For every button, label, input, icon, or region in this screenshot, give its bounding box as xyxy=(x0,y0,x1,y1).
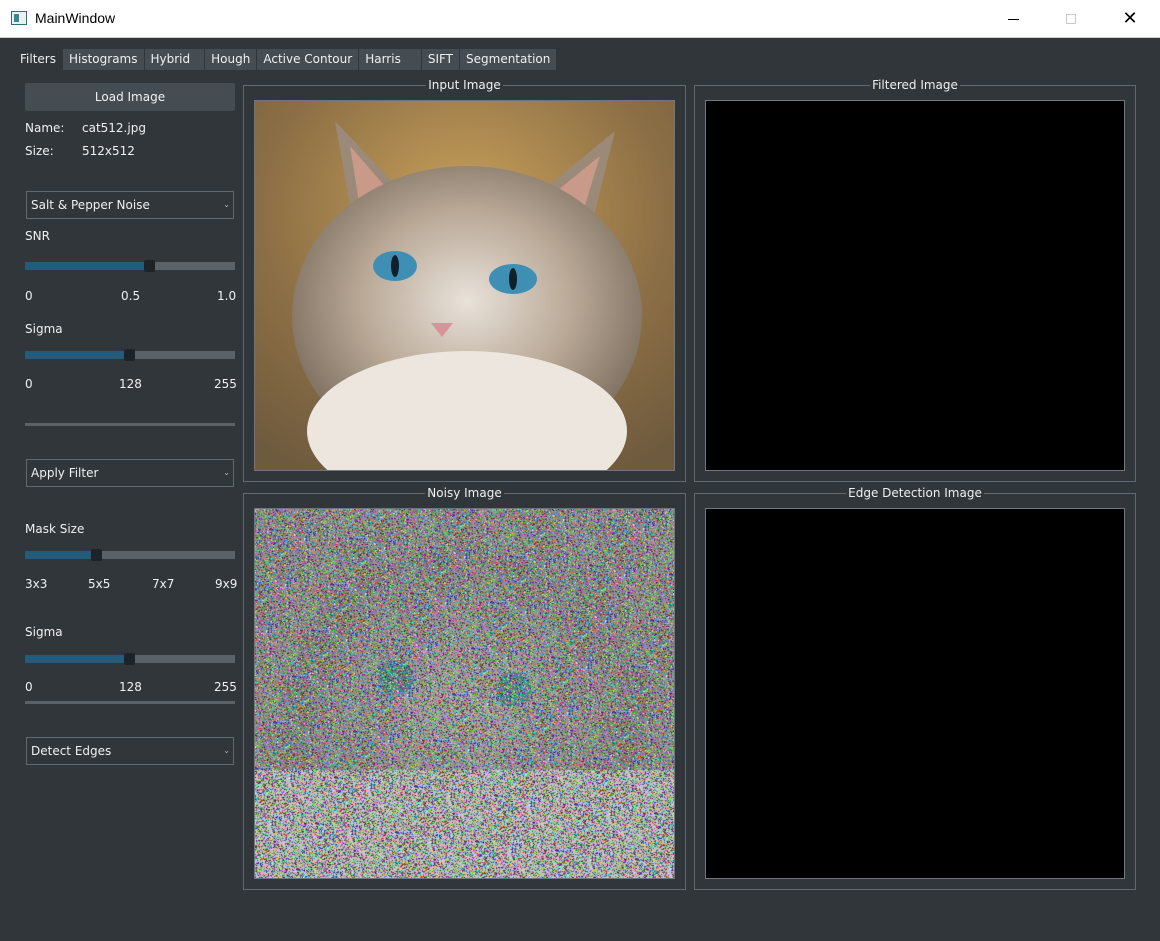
sigma1-tick-max: 255 xyxy=(214,377,237,391)
sigma2-tick-mid: 128 xyxy=(119,680,142,694)
tab-hough[interactable]: Hough xyxy=(205,49,257,70)
sigma1-label: Sigma xyxy=(25,322,63,336)
mask-tick-5x5: 5x5 xyxy=(88,577,111,591)
tab-filters[interactable]: Filters xyxy=(14,49,62,70)
filtered-image-view xyxy=(705,100,1125,471)
input-image-view xyxy=(254,100,675,471)
sigma1-slider-fill xyxy=(25,351,130,359)
mask-size-label: Mask Size xyxy=(25,522,85,536)
edge-detection-value: Detect Edges xyxy=(31,744,112,758)
noisy-cat-photo xyxy=(255,509,674,878)
mask-slider-fill xyxy=(25,551,97,559)
input-image-group: Input Image xyxy=(243,78,686,482)
filter-combo[interactable]: Apply Filter ⌄ xyxy=(26,459,234,487)
minimize-icon xyxy=(1007,18,1019,20)
size-value: 512x512 xyxy=(82,144,135,158)
name-value: cat512.jpg xyxy=(82,121,146,135)
noise-type-value: Salt & Pepper Noise xyxy=(31,198,150,212)
minimize-button[interactable] xyxy=(984,0,1042,38)
snr-label: SNR xyxy=(25,229,50,243)
load-image-button[interactable]: Load Image xyxy=(25,83,235,111)
divider xyxy=(25,423,235,426)
sigma2-label: Sigma xyxy=(25,625,63,639)
tab-bar: Filters Histograms Hybrid Hough Active C… xyxy=(14,49,557,70)
filtered-image-title: Filtered Image xyxy=(870,78,960,92)
tab-harris[interactable]: Harris xyxy=(359,49,421,70)
close-icon: ✕ xyxy=(1122,8,1138,29)
noise-type-combo[interactable]: Salt & Pepper Noise ⌄ xyxy=(26,191,234,219)
tab-sift[interactable]: SIFT xyxy=(421,49,460,70)
sigma2-slider-fill xyxy=(25,655,130,663)
mask-size-slider[interactable] xyxy=(25,549,235,561)
sigma2-slider-handle[interactable] xyxy=(124,653,135,665)
snr-tick-min: 0 xyxy=(25,289,33,303)
filtered-image-group: Filtered Image xyxy=(694,78,1136,482)
edge-detection-title: Edge Detection Image xyxy=(846,486,984,500)
mask-tick-3x3: 3x3 xyxy=(25,577,48,591)
snr-tick-mid: 0.5 xyxy=(121,289,141,303)
size-label: Size: xyxy=(25,144,54,158)
tab-active-contour[interactable]: Active Contour xyxy=(257,49,359,70)
noisy-image-view xyxy=(254,508,675,879)
sigma2-tick-min: 0 xyxy=(25,680,33,694)
app-icon xyxy=(11,11,27,25)
snr-slider[interactable] xyxy=(25,260,235,272)
cat-photo xyxy=(255,101,674,470)
tab-segmentation[interactable]: Segmentation xyxy=(460,49,557,70)
edge-detection-group: Edge Detection Image xyxy=(694,486,1136,890)
title-bar: MainWindow ✕ xyxy=(0,0,1160,38)
sigma1-slider-handle[interactable] xyxy=(124,349,135,361)
noisy-image-group: Noisy Image xyxy=(243,486,686,890)
snr-slider-fill xyxy=(25,262,150,270)
snr-slider-handle[interactable] xyxy=(144,260,155,272)
close-button[interactable]: ✕ xyxy=(1101,0,1159,38)
mask-tick-7x7: 7x7 xyxy=(152,577,175,591)
chevron-down-icon: ⌄ xyxy=(223,468,230,477)
divider xyxy=(25,701,235,704)
snr-tick-max: 1.0 xyxy=(217,289,237,303)
chevron-down-icon: ⌄ xyxy=(223,200,230,209)
maximize-icon xyxy=(1066,14,1076,24)
chevron-down-icon: ⌄ xyxy=(223,746,230,755)
tab-histograms[interactable]: Histograms xyxy=(62,49,144,70)
edge-detection-view xyxy=(705,508,1125,879)
mask-tick-9x9: 9x9 xyxy=(215,577,238,591)
filter-value: Apply Filter xyxy=(31,466,99,480)
sigma2-tick-max: 255 xyxy=(214,680,237,694)
mask-slider-handle[interactable] xyxy=(91,549,102,561)
edge-detection-combo[interactable]: Detect Edges ⌄ xyxy=(26,737,234,765)
sigma1-slider[interactable] xyxy=(25,349,235,361)
input-image-title: Input Image xyxy=(426,78,503,92)
sigma2-slider[interactable] xyxy=(25,653,235,665)
tab-hybrid[interactable]: Hybrid xyxy=(144,49,205,70)
sigma1-tick-min: 0 xyxy=(25,377,33,391)
noisy-image-title: Noisy Image xyxy=(425,486,504,500)
window-title: MainWindow xyxy=(35,10,116,26)
sigma1-tick-mid: 128 xyxy=(119,377,142,391)
maximize-button[interactable] xyxy=(1042,0,1100,38)
name-label: Name: xyxy=(25,121,65,135)
